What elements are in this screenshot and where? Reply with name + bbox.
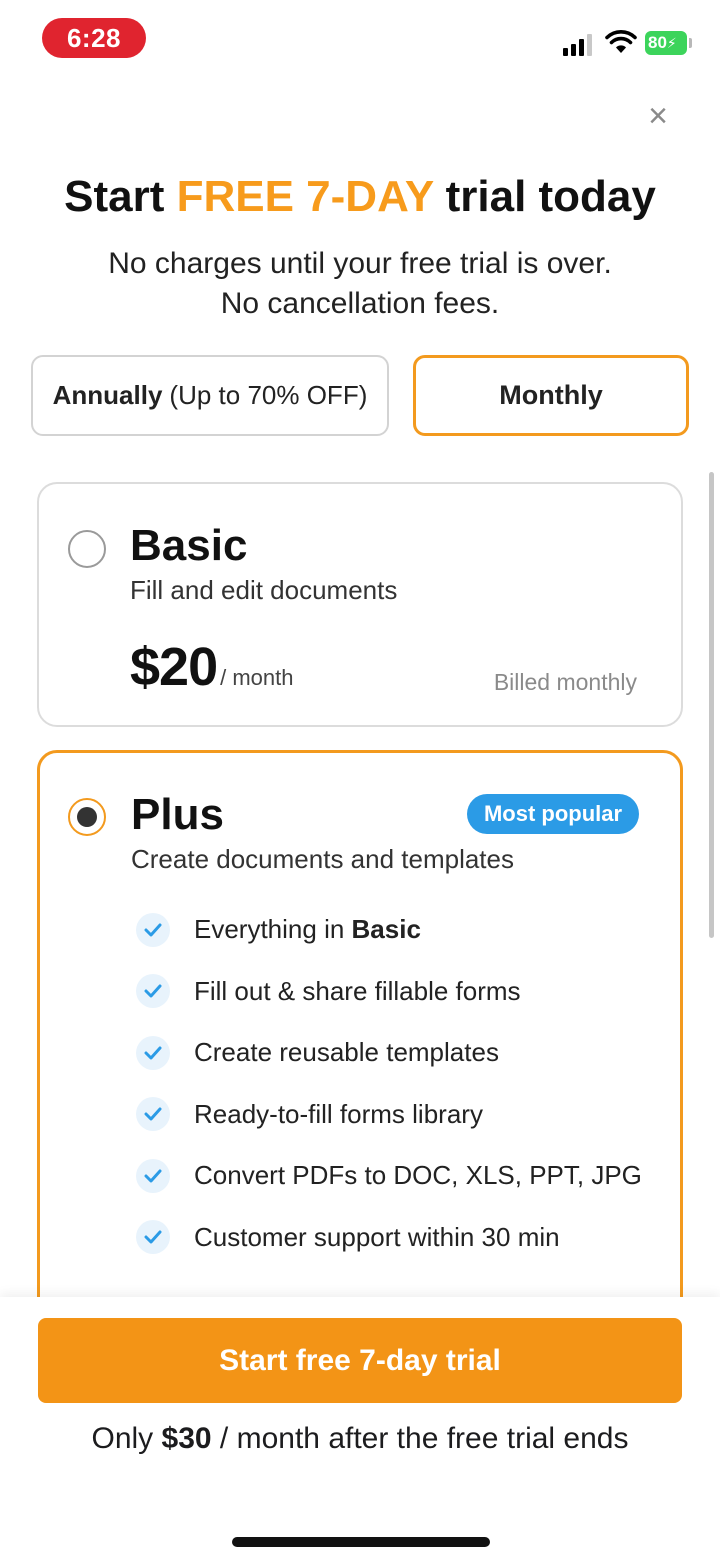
feature-label: Fill out & share fillable forms (194, 975, 521, 1006)
feature-bold-text: Basic (351, 914, 421, 945)
subtitle-line-1: No charges until your free trial is over… (108, 247, 612, 280)
feature-label: Ready-to-fill forms library (194, 1098, 483, 1129)
radio-selected-icon[interactable] (68, 798, 106, 836)
signal-icon (563, 32, 597, 56)
checkmark-icon (136, 1220, 170, 1255)
subtitle-line-2: No cancellation fees. (220, 287, 500, 320)
radio-unselected-icon[interactable] (68, 530, 106, 568)
plan-name: Basic (130, 521, 248, 570)
price-after-trial-note: Only $30 / month after the free trial en… (0, 1422, 720, 1456)
paywall-screen: 6:28 80⚡ × Start FREE 7-DAY trial today … (0, 0, 720, 1560)
feature-list: Everything in Basic Fill out & share fil… (136, 899, 666, 1268)
page-title: Start FREE 7-DAY trial today (0, 172, 720, 222)
feature-label: Customer support within 30 min (194, 1221, 560, 1252)
plan-price: $20 (130, 637, 218, 697)
plan-card-basic[interactable]: Basic Fill and edit documents $20 / mont… (37, 482, 683, 727)
status-time: 6:28 (42, 18, 146, 58)
feature-label: Create reusable templates (194, 1037, 499, 1068)
billing-toggle-annually[interactable]: Annually (Up to 70% OFF) (31, 355, 389, 436)
feature-text: Everything in (194, 914, 352, 945)
feature-label: Convert PDFs to DOC, XLS, PPT, JPG (194, 1160, 642, 1191)
scrollbar[interactable] (709, 472, 714, 938)
status-bar: 6:28 80⚡ (0, 0, 720, 80)
battery-icon: 80⚡ (645, 31, 687, 55)
billing-toggle-monthly[interactable]: Monthly (413, 355, 689, 436)
wifi-icon (605, 30, 637, 53)
title-suffix: trial today (433, 172, 656, 221)
close-icon[interactable]: × (638, 96, 678, 136)
note-price: $30 (161, 1422, 212, 1455)
feature-item: Fill out & share fillable forms (136, 961, 666, 1023)
plan-name: Plus (131, 790, 224, 839)
title-prefix: Start (64, 172, 177, 221)
feature-item: Everything in Basic (136, 899, 666, 961)
checkmark-icon (136, 1097, 170, 1132)
checkmark-icon (136, 1158, 170, 1193)
note-prefix: Only (91, 1422, 162, 1455)
annual-label: Annually (52, 380, 163, 410)
price-period: / month (220, 665, 294, 690)
most-popular-badge: Most popular (467, 794, 639, 834)
annual-discount-note: (Up to 70% OFF) (169, 380, 368, 410)
page-subtitle: No charges until your free trial is over… (0, 244, 720, 324)
billing-cycle-note: Billed monthly (493, 669, 637, 695)
note-suffix: / month after the free trial ends (211, 1422, 629, 1455)
plan-description: Create documents and templates (131, 844, 514, 874)
battery-tip (689, 38, 692, 48)
home-indicator[interactable] (232, 1537, 490, 1547)
price-row: $20 / month (130, 636, 293, 698)
checkmark-icon (136, 1035, 170, 1070)
feature-label: Everything in Basic (194, 914, 421, 945)
checkmark-icon (136, 912, 170, 947)
bottom-cta-bar: Start free 7-day trial Only $30 / month … (0, 1297, 720, 1560)
start-trial-button[interactable]: Start free 7-day trial (38, 1318, 682, 1403)
plan-card-plus[interactable]: Plus Most popular Create documents and t… (37, 750, 683, 1350)
battery-level: 80 (648, 33, 667, 52)
feature-item: Convert PDFs to DOC, XLS, PPT, JPG (136, 1145, 666, 1207)
title-highlight: FREE 7-DAY (176, 172, 434, 221)
feature-item: Customer support within 30 min (136, 1207, 666, 1269)
monthly-label: Monthly (499, 380, 603, 410)
feature-item: Create reusable templates (136, 1022, 666, 1084)
plan-description: Fill and edit documents (130, 575, 398, 605)
feature-item: Ready-to-fill forms library (136, 1084, 666, 1146)
checkmark-icon (136, 974, 170, 1009)
